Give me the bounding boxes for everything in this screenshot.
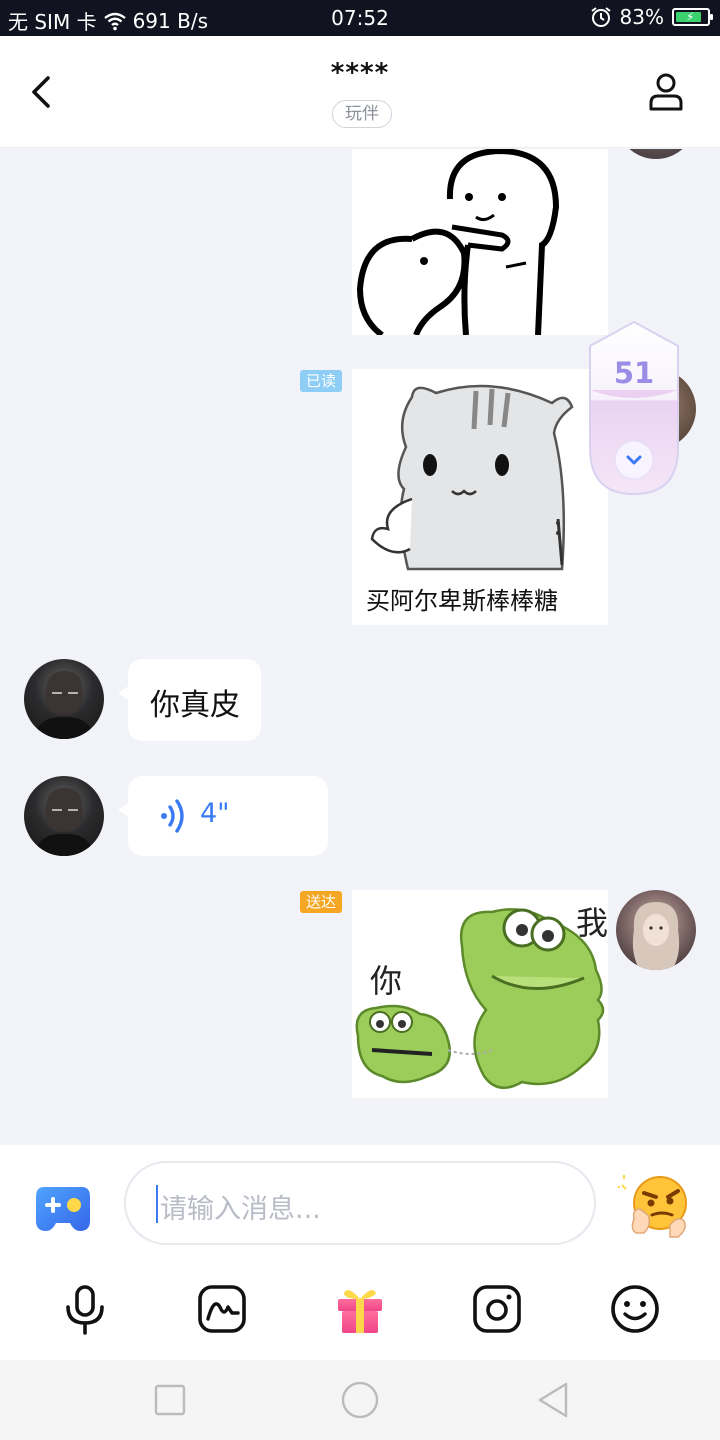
delivered-badge: 送达 — [300, 891, 343, 913]
alarm-icon — [590, 7, 611, 27]
chat-message-list[interactable]: 已读 买阿尔卑斯棒棒糖 你真皮 4" 送达 你 我 51 — [0, 149, 720, 1145]
message-input-placeholder: 请输入消息... — [160, 1194, 321, 1225]
microphone-icon[interactable] — [57, 1281, 113, 1337]
read-receipt-badge: 已读 — [300, 370, 343, 392]
battery-percent: 83% — [619, 5, 664, 29]
smiley-icon[interactable] — [607, 1281, 663, 1337]
sticker-text-wo: 我 — [576, 904, 608, 942]
text-caret — [156, 1185, 158, 1223]
message-text: 你真皮 — [150, 688, 240, 723]
unread-counter-widget[interactable]: 51 — [586, 320, 682, 496]
back-triangle-icon[interactable] — [534, 1380, 574, 1420]
sticker-image-hamster[interactable]: 买阿尔卑斯棒棒糖 — [352, 369, 608, 625]
sticker-caption: 买阿尔卑斯棒棒糖 — [366, 587, 558, 615]
chat-header: **** 玩伴 — [0, 36, 720, 148]
system-nav-bar — [0, 1360, 720, 1440]
voice-wave-icon — [161, 799, 184, 833]
unread-count: 51 — [613, 356, 655, 390]
contact-name: **** — [330, 58, 390, 88]
contact-avatar[interactable] — [24, 659, 104, 739]
text-message-bubble[interactable]: 你真皮 — [118, 659, 261, 741]
tool-row — [0, 1275, 720, 1347]
home-icon[interactable] — [340, 1380, 380, 1420]
user-profile-icon[interactable] — [648, 72, 684, 112]
input-bar: 请输入消息... — [0, 1145, 720, 1360]
camera-icon[interactable] — [469, 1281, 525, 1337]
relationship-tag: 玩伴 — [332, 100, 392, 128]
status-bar: 无 SIM 卡 691 B/s 07:52 83% ⚡ — [0, 0, 720, 36]
doodle-board-icon[interactable] — [194, 1281, 250, 1337]
sticker-image-crocodile[interactable]: 你 我 — [352, 890, 608, 1098]
thinking-emoji-icon[interactable] — [618, 1171, 692, 1241]
gamepad-icon[interactable] — [34, 1181, 92, 1233]
sticker-text-ni: 你 — [370, 962, 403, 1000]
voice-message-bubble[interactable]: 4" — [118, 776, 328, 856]
gift-icon[interactable] — [332, 1281, 388, 1337]
voice-duration: 4" — [200, 798, 230, 829]
recent-apps-icon[interactable] — [150, 1380, 190, 1420]
my-avatar[interactable] — [616, 890, 696, 970]
message-input[interactable]: 请输入消息... — [124, 1161, 596, 1245]
contact-avatar[interactable] — [24, 776, 104, 856]
my-avatar[interactable] — [616, 149, 696, 159]
battery-icon: ⚡ — [672, 8, 713, 26]
sticker-image-doodle[interactable] — [352, 149, 608, 335]
